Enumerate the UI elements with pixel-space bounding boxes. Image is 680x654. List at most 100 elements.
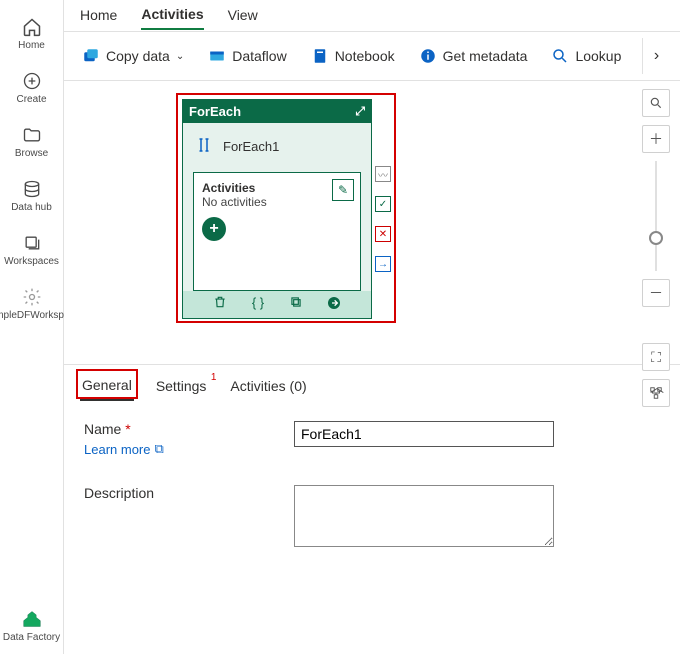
rail-item-label: Home [18,40,45,52]
rail-item-home[interactable]: Home [0,8,64,62]
copy-data-button[interactable]: Copy data ⌄ [74,43,192,69]
copy-node-button[interactable] [287,295,305,314]
description-field-label: Description [84,485,294,501]
name-label-text: Name [84,421,121,437]
selection-highlight: ForEach ⤢ ForEach1 Activities No activit… [176,93,396,323]
delete-node-button[interactable] [211,295,229,314]
connector-skip-icon[interactable]: 〰 [375,166,391,182]
canvas-tools: ＋ － ⛶ [642,89,670,407]
description-textarea[interactable] [294,485,554,547]
activities-status: No activities [202,195,352,209]
add-activity-button[interactable]: + [202,217,226,241]
zoom-in-button[interactable]: ＋ [642,125,670,153]
braces-button[interactable]: { } [249,295,267,314]
lookup-button[interactable]: Lookup [543,43,629,69]
folder-icon [21,124,43,146]
zoom-knob[interactable] [649,231,663,245]
tool-label: Dataflow [232,48,286,64]
info-icon [419,47,437,65]
chevron-right-icon: › [654,47,659,65]
chevron-up-icon: ︿ [650,379,664,395]
pipeline-canvas[interactable]: ForEach ⤢ ForEach1 Activities No activit… [64,81,680,364]
foreach-icon [195,133,213,160]
main: Home Activities View Copy data ⌄ Dataflo… [64,0,680,654]
tool-label: Lookup [575,48,621,64]
rail-item-browse[interactable]: Browse [0,116,64,170]
external-link-icon: ⧉ [154,441,163,457]
panel-body: Name * Learn more ⧉ Description [64,401,680,550]
settings-badge: 1 [211,372,217,383]
rail-item-label: Workspaces [4,256,59,268]
copy-data-icon [82,47,100,65]
connector-fail-icon[interactable]: ✕ [375,226,391,242]
rail-item-label: Data Factory [3,632,60,644]
dataflow-button[interactable]: Dataflow [200,43,294,69]
search-icon [551,47,569,65]
edit-activities-button[interactable]: ✎ [332,179,354,201]
node-header: ForEach ⤢ [183,100,371,123]
left-rail: Home Create Browse Data hub Workspaces S… [0,0,64,654]
panel-tab-settings-label: Settings [156,378,207,394]
home-icon [21,16,43,38]
rail-item-workspaces[interactable]: Workspaces [0,224,64,278]
rail-item-datahub[interactable]: Data hub [0,170,64,224]
zoom-slider[interactable] [642,161,670,271]
activities-heading: Activities [202,181,352,195]
factory-icon [21,608,43,630]
node-type-label: ForEach [189,104,241,119]
toolbar-overflow-button[interactable]: › [642,38,670,74]
get-metadata-button[interactable]: Get metadata [411,43,536,69]
panel-tab-general[interactable]: General [80,373,134,401]
zoom-track-line [655,161,657,271]
tool-label: Notebook [335,48,395,64]
name-field-wrap [294,421,660,447]
learn-more-link[interactable]: Learn more ⧉ [84,441,164,457]
chevron-down-icon: ⌄ [176,51,184,62]
activities-toolbar: Copy data ⌄ Dataflow Notebook Get metada… [64,32,680,81]
node-name-label: ForEach1 [223,139,279,154]
tab-activities[interactable]: Activities [141,2,203,30]
name-field-label: Name * [84,421,131,437]
notebook-icon [311,47,329,65]
stack-icon [21,232,43,254]
tab-home[interactable]: Home [80,3,117,29]
tool-label: Copy data [106,48,170,64]
connector-success-icon[interactable]: ✓ [375,196,391,212]
required-mark: * [125,421,130,437]
expand-icon[interactable]: ⤢ [355,104,365,119]
panel-collapse-button[interactable]: ︿ [650,377,664,397]
node-activities-box[interactable]: Activities No activities ✎ + [193,172,361,291]
foreach-node[interactable]: ForEach ⤢ ForEach1 Activities No activit… [182,99,372,319]
gear-icon [21,286,43,308]
node-title-row: ForEach1 [183,123,371,168]
details-panel: General Settings 1 Activities (0) ︿ Name… [64,364,680,654]
panel-tab-activities[interactable]: Activities (0) [228,374,308,400]
top-tabstrip: Home Activities View [64,0,680,32]
zoom-out-button[interactable]: － [642,279,670,307]
database-icon [21,178,43,200]
canvas-search-button[interactable] [642,89,670,117]
rail-item-datafactory[interactable]: Data Factory [0,600,64,654]
connector-completion-icon[interactable]: → [375,256,391,272]
learn-more-text: Learn more [84,442,150,457]
node-footer: { } [183,291,371,318]
run-node-button[interactable] [325,295,343,314]
dataflow-icon [208,47,226,65]
plus-icon: + [209,220,218,238]
node-connectors: 〰 ✓ ✕ → [375,166,391,272]
rail-item-label: Data hub [11,202,52,214]
name-label-block: Name * Learn more ⧉ [84,421,294,457]
rail-item-create[interactable]: Create [0,62,64,116]
plus-circle-icon [21,70,43,92]
rail-item-sample-workspace[interactable]: SampleDFWorkspace [0,278,64,332]
panel-tabstrip: General Settings 1 Activities (0) ︿ [64,365,680,401]
tool-label: Get metadata [443,48,528,64]
name-input[interactable] [294,421,554,447]
panel-tab-settings[interactable]: Settings 1 [154,374,209,400]
rail-item-label: Create [16,94,46,106]
notebook-button[interactable]: Notebook [303,43,403,69]
tab-view[interactable]: View [228,3,258,29]
rail-item-label: Browse [15,148,48,160]
description-field-wrap [294,485,660,550]
pencil-icon: ✎ [338,183,348,197]
